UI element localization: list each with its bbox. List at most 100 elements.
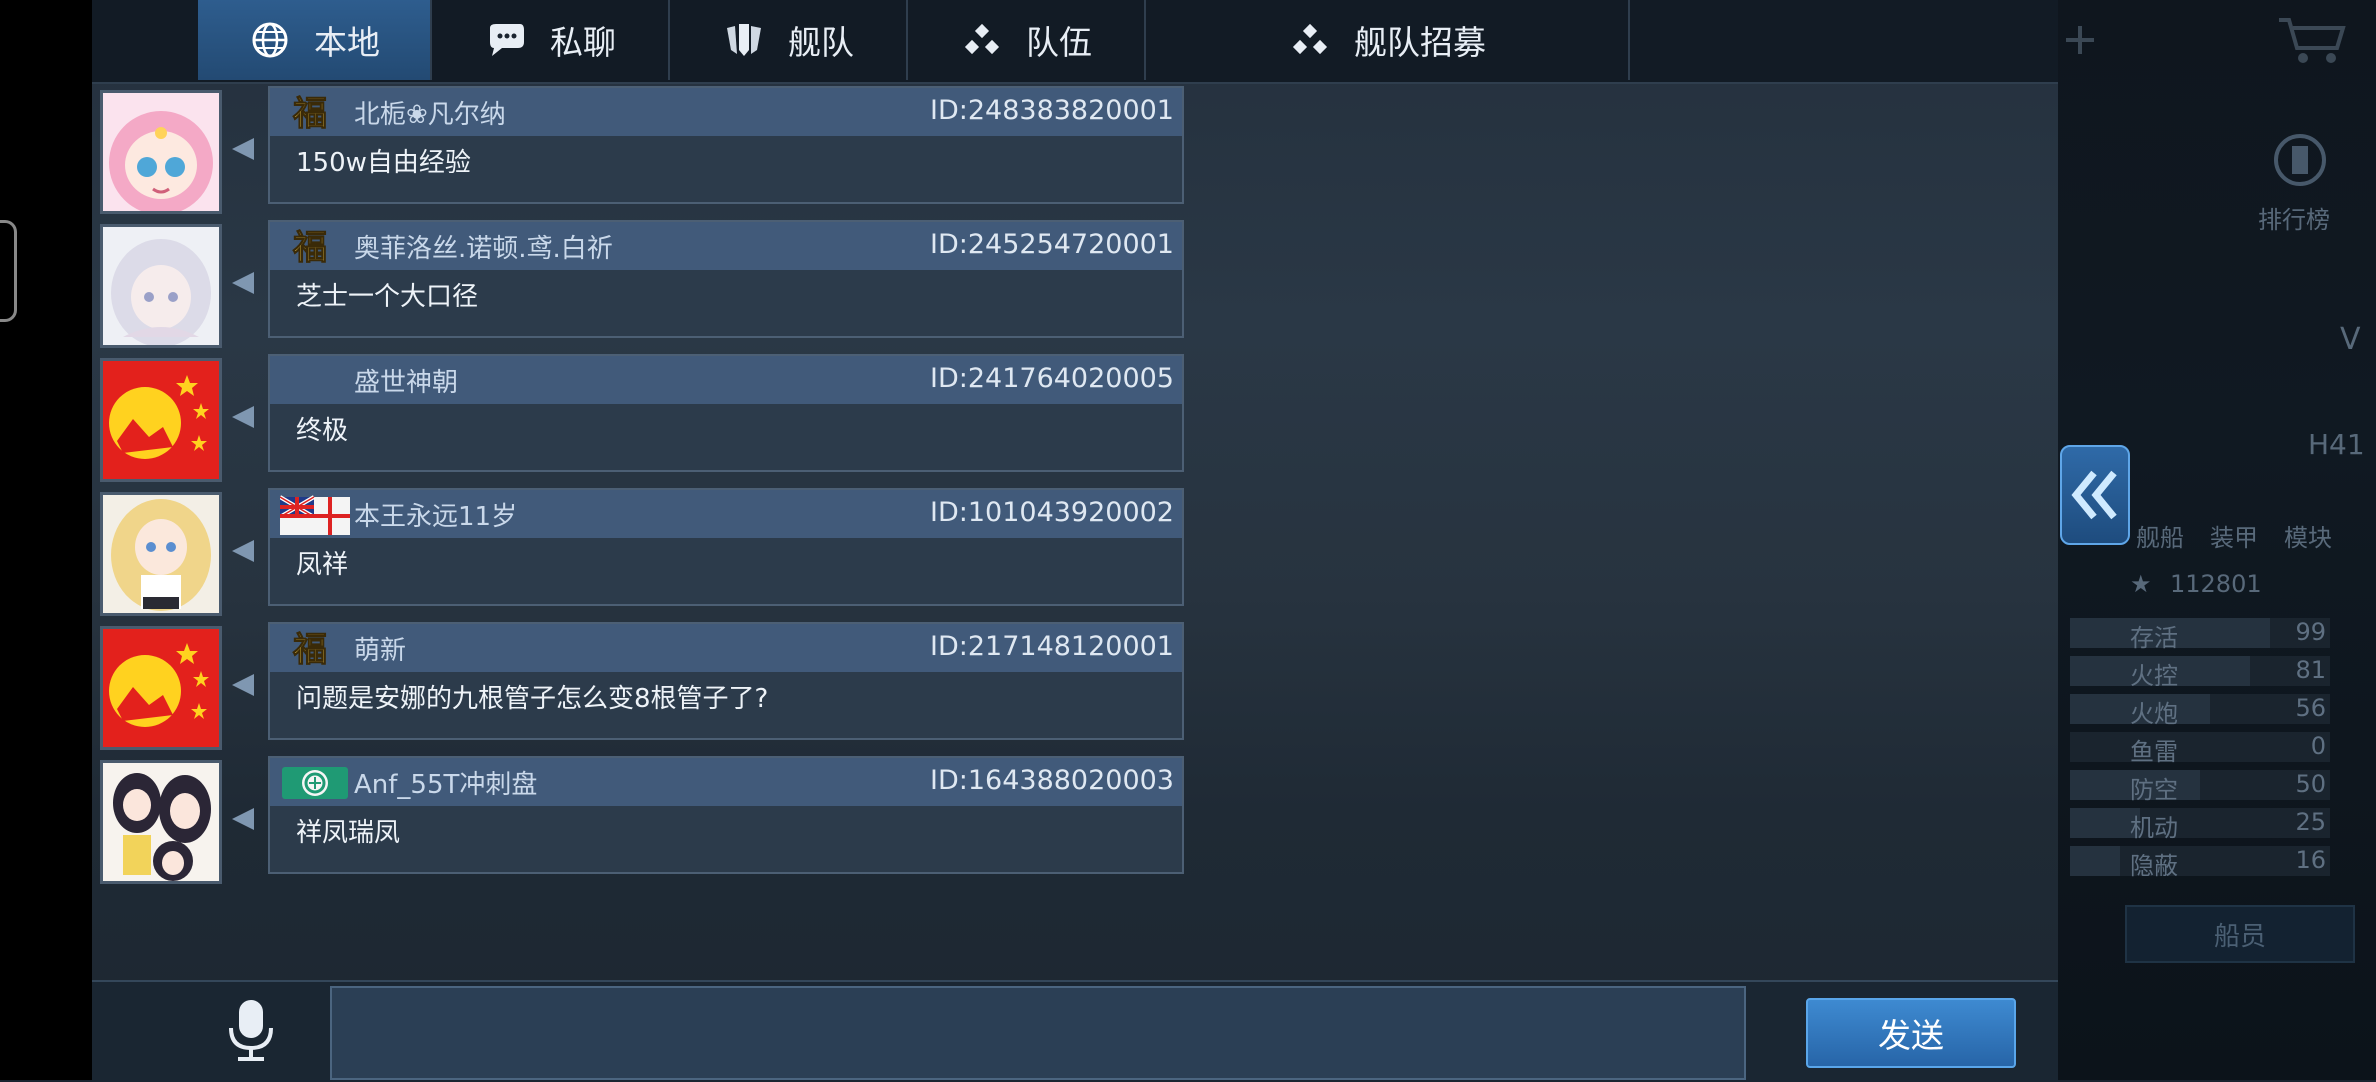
tab-armor[interactable]: 装甲 <box>2210 518 2258 553</box>
tab-team[interactable]: 队伍 <box>908 0 1146 80</box>
message-header: 盛世神朝 ID:241764020005 <box>270 356 1182 404</box>
hull-code: H41 <box>2308 428 2365 461</box>
chat-input-bar: 发送 <box>92 980 2058 1082</box>
message-input[interactable] <box>330 986 1746 1080</box>
message-bubble[interactable]: 福 萌新 ID:217148120001 问题是安娜的九根管子怎么变8根管子了? <box>268 622 1184 740</box>
sender-name[interactable]: 本王永远11岁 <box>354 496 517 533</box>
avatar[interactable] <box>100 492 222 616</box>
message-header: 本王永远11岁 ID:101043920002 <box>270 490 1182 538</box>
fleet-shield-icon <box>722 18 766 62</box>
double-chevron-left-icon <box>2071 470 2117 520</box>
chat-panel: 本地 私聊 舰队 队伍 舰队招募 福 北栀❀凡尔纳 ID:24838382000… <box>92 0 2058 1082</box>
bubble-pointer <box>232 406 254 428</box>
sender-name[interactable]: 奥菲洛丝.诺顿.鸢.白祈 <box>354 228 613 265</box>
sender-id: ID:101043920002 <box>930 497 1174 528</box>
sender-name[interactable]: Anf_55T冲刺盘 <box>354 764 537 801</box>
tab-private-chat[interactable]: 私聊 <box>432 0 670 80</box>
stat-row: 存活 99 <box>2070 618 2330 652</box>
sender-id: ID:217148120001 <box>930 631 1174 662</box>
tab-label: 舰队招募 <box>1354 23 1486 62</box>
team-dots-icon <box>960 18 1004 62</box>
fortune-badge: 福 <box>280 227 340 269</box>
tab-fleet[interactable]: 舰队 <box>670 0 908 80</box>
stat-row: 隐蔽 16 <box>2070 846 2330 880</box>
message-bubble[interactable]: 盛世神朝 ID:241764020005 终极 <box>268 354 1184 472</box>
avatar[interactable] <box>100 760 222 884</box>
stat-row: 火控 81 <box>2070 656 2330 690</box>
sender-id: ID:245254720001 <box>930 229 1174 260</box>
message-text: 终极 <box>296 416 349 446</box>
bubble-pointer <box>232 540 254 562</box>
leaderboard-label: 排行榜 <box>2258 206 2330 234</box>
ensign-flag-icon <box>278 495 350 535</box>
sender-name[interactable]: 北栀❀凡尔纳 <box>354 94 506 131</box>
bubble-pointer <box>232 272 254 294</box>
stat-row: 火炮 56 <box>2070 694 2330 728</box>
tab-label: 本地 <box>314 23 380 62</box>
ship-score: 112801 <box>2170 570 2262 598</box>
message-bubble[interactable]: 福 北栀❀凡尔纳 ID:248383820001 150w自由经验 <box>268 86 1184 204</box>
tier-label: V <box>2340 322 2361 357</box>
sender-name[interactable]: 萌新 <box>354 630 406 667</box>
crew-button[interactable]: 船员 <box>2125 905 2355 963</box>
green-emblem-icon <box>280 763 348 801</box>
microphone-icon[interactable] <box>226 998 276 1062</box>
tab-label: 舰队 <box>788 23 854 62</box>
sender-name[interactable]: 盛世神朝 <box>354 362 458 399</box>
star-icon: ★ <box>2130 570 2152 598</box>
globe-icon <box>248 18 292 62</box>
chat-message: 福 萌新 ID:217148120001 问题是安娜的九根管子怎么变8根管子了? <box>92 622 1192 750</box>
avatar[interactable] <box>100 224 222 348</box>
bubble-pointer <box>232 674 254 696</box>
tab-label: 队伍 <box>1026 23 1092 62</box>
cart-icon[interactable] <box>2273 14 2353 68</box>
message-text: 凤祥 <box>296 550 349 580</box>
chat-message: 本王永远11岁 ID:101043920002 凤祥 <box>92 488 1192 616</box>
bubble-pointer <box>232 808 254 830</box>
sender-id: ID:248383820001 <box>930 95 1174 126</box>
message-bubble[interactable]: 本王永远11岁 ID:101043920002 凤祥 <box>268 488 1184 606</box>
bubble-pointer <box>232 138 254 160</box>
chat-bubble-icon <box>484 18 528 62</box>
message-header: Anf_55T冲刺盘 ID:164388020003 <box>270 758 1182 806</box>
tab-ship[interactable]: 舰船 <box>2136 518 2184 553</box>
leaderboard-icon[interactable] <box>2270 130 2330 190</box>
message-text: 芝士一个大口径 <box>296 282 479 312</box>
svg-text:福: 福 <box>292 94 327 131</box>
message-bubble[interactable]: 福 奥菲洛丝.诺顿.鸢.白祈 ID:245254720001 芝士一个大口径 <box>268 220 1184 338</box>
message-text: 问题是安娜的九根管子怎么变8根管子了? <box>296 684 769 714</box>
sender-id: ID:241764020005 <box>930 363 1174 394</box>
message-text: 祥凤瑞凤 <box>296 818 401 848</box>
plus-icon[interactable] <box>2060 20 2100 60</box>
left-screen-edge <box>0 0 92 1080</box>
message-header: 福 萌新 ID:217148120001 <box>270 624 1182 672</box>
tab-module[interactable]: 模块 <box>2284 518 2332 553</box>
tab-fleet-recruit[interactable]: 舰队招募 <box>1146 0 1630 80</box>
collapse-panel-button[interactable] <box>2060 445 2130 545</box>
svg-text:福: 福 <box>292 630 327 667</box>
side-notch <box>0 220 17 322</box>
avatar[interactable] <box>100 358 222 482</box>
fortune-badge: 福 <box>280 629 340 671</box>
tab-label: 私聊 <box>550 23 616 62</box>
chat-message: 盛世神朝 ID:241764020005 终极 <box>92 354 1192 482</box>
chat-message: Anf_55T冲刺盘 ID:164388020003 祥凤瑞凤 <box>92 756 1192 884</box>
send-button[interactable]: 发送 <box>1806 998 2016 1068</box>
message-header: 福 北栀❀凡尔纳 ID:248383820001 <box>270 88 1182 136</box>
stat-row: 鱼雷 0 <box>2070 732 2330 766</box>
avatar[interactable] <box>100 90 222 214</box>
chat-message: 福 北栀❀凡尔纳 ID:248383820001 150w自由经验 <box>92 86 1192 214</box>
avatar[interactable] <box>100 626 222 750</box>
chat-tab-bar: 本地 私聊 舰队 队伍 舰队招募 <box>92 0 2058 84</box>
fortune-badge: 福 <box>280 93 340 135</box>
stat-row: 防空 50 <box>2070 770 2330 804</box>
tab-local[interactable]: 本地 <box>198 0 432 80</box>
message-header: 福 奥菲洛丝.诺顿.鸢.白祈 ID:245254720001 <box>270 222 1182 270</box>
sender-id: ID:164388020003 <box>930 765 1174 796</box>
team-dots-icon <box>1288 18 1332 62</box>
chat-message: 福 奥菲洛丝.诺顿.鸢.白祈 ID:245254720001 芝士一个大口径 <box>92 220 1192 348</box>
message-bubble[interactable]: Anf_55T冲刺盘 ID:164388020003 祥凤瑞凤 <box>268 756 1184 874</box>
message-text: 150w自由经验 <box>296 148 471 178</box>
svg-text:福: 福 <box>292 228 327 265</box>
stat-row: 机动 25 <box>2070 808 2330 842</box>
